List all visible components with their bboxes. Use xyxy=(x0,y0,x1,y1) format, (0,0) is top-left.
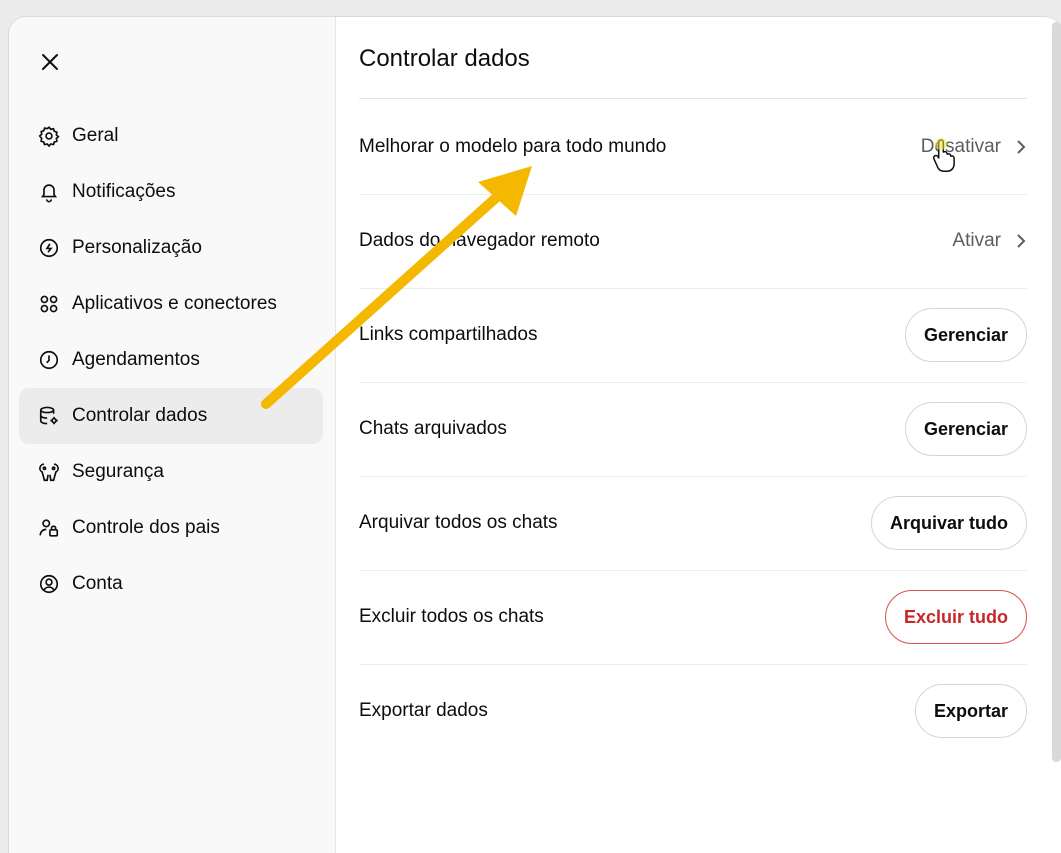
sidebar-item-aplicativos[interactable]: Aplicativos e conectores xyxy=(19,276,323,332)
divider xyxy=(359,98,1027,99)
apps-icon xyxy=(37,292,61,316)
manage-shared-links-button[interactable]: Gerenciar xyxy=(904,308,1027,362)
page-title: Controlar dados xyxy=(359,45,530,72)
sidebar-item-label: Aplicativos e conectores xyxy=(72,293,277,314)
setting-value: Desativar xyxy=(920,136,1001,157)
setting-label: Excluir todos os chats xyxy=(359,606,544,627)
sidebar-item-notificacoes[interactable]: Notificações xyxy=(19,164,323,220)
setting-label: Melhorar o modelo para todo mundo xyxy=(359,136,667,157)
sidebar-item-label: Controlar dados xyxy=(72,405,208,426)
setting-label: Dados do navegador remoto xyxy=(359,230,600,251)
chevron-right-icon xyxy=(1017,234,1026,248)
setting-value: Ativar xyxy=(952,230,1001,251)
sidebar-item-geral[interactable]: Geral xyxy=(19,108,323,164)
settings-nav: Geral Notificações Personalização Aplica… xyxy=(19,108,323,612)
sidebar-item-conta[interactable]: Conta xyxy=(19,556,323,612)
setting-row-export-data: Exportar dados Exportar xyxy=(359,664,1027,758)
manage-archived-chats-button[interactable]: Gerenciar xyxy=(904,402,1027,456)
setting-label: Arquivar todos os chats xyxy=(359,512,558,533)
sidebar-item-controlar-dados[interactable]: Controlar dados xyxy=(19,388,323,444)
parental-control-icon xyxy=(37,516,61,540)
settings-content: Controlar dados Melhorar o modelo para t… xyxy=(359,17,1027,853)
setting-label: Links compartilhados xyxy=(359,324,538,345)
setting-row-archive-all: Arquivar todos os chats Arquivar tudo xyxy=(359,476,1027,571)
shield-key-icon xyxy=(37,460,61,484)
chevron-right-icon xyxy=(1017,140,1026,154)
sidebar-item-seguranca[interactable]: Segurança xyxy=(19,444,323,500)
sidebar-item-label: Personalização xyxy=(72,237,202,258)
account-icon xyxy=(37,572,61,596)
setting-row-remote-browser: Dados do navegador remoto Ativar xyxy=(359,194,1027,289)
database-gear-icon xyxy=(37,404,61,428)
clock-icon xyxy=(37,348,61,372)
setting-row-archived-chats: Chats arquivados Gerenciar xyxy=(359,382,1027,477)
sidebar-item-label: Conta xyxy=(72,573,123,594)
personalization-icon xyxy=(37,236,61,260)
sidebar-item-controle-pais[interactable]: Controle dos pais xyxy=(19,500,323,556)
sidebar-item-label: Controle dos pais xyxy=(72,517,220,538)
export-button[interactable]: Exportar xyxy=(914,684,1027,738)
setting-row-delete-all: Excluir todos os chats Excluir tudo xyxy=(359,570,1027,665)
remote-browser-toggle[interactable]: Ativar xyxy=(952,230,1027,252)
sidebar-item-label: Notificações xyxy=(72,181,176,202)
delete-all-button[interactable]: Excluir tudo xyxy=(884,590,1027,644)
close-icon xyxy=(42,54,58,70)
close-button[interactable] xyxy=(35,47,65,77)
settings-sidebar: Geral Notificações Personalização Aplica… xyxy=(9,17,336,853)
setting-row-shared-links: Links compartilhados Gerenciar xyxy=(359,288,1027,383)
sidebar-item-label: Geral xyxy=(72,125,119,146)
improve-model-toggle[interactable]: Desativar xyxy=(921,136,1027,158)
archive-all-button[interactable]: Arquivar tudo xyxy=(870,496,1027,550)
settings-dialog: Geral Notificações Personalização Aplica… xyxy=(8,16,1061,853)
sidebar-item-personalizacao[interactable]: Personalização xyxy=(19,220,323,276)
setting-label: Chats arquivados xyxy=(359,418,507,439)
bell-icon xyxy=(37,180,61,204)
gear-icon xyxy=(37,124,61,148)
sidebar-item-agendamentos[interactable]: Agendamentos xyxy=(19,332,323,388)
setting-row-improve-model: Melhorar o modelo para todo mundo Desati… xyxy=(359,100,1027,195)
sidebar-item-label: Agendamentos xyxy=(72,349,200,370)
scrollbar[interactable] xyxy=(1052,22,1061,762)
setting-label: Exportar dados xyxy=(359,700,488,721)
sidebar-item-label: Segurança xyxy=(72,461,164,482)
